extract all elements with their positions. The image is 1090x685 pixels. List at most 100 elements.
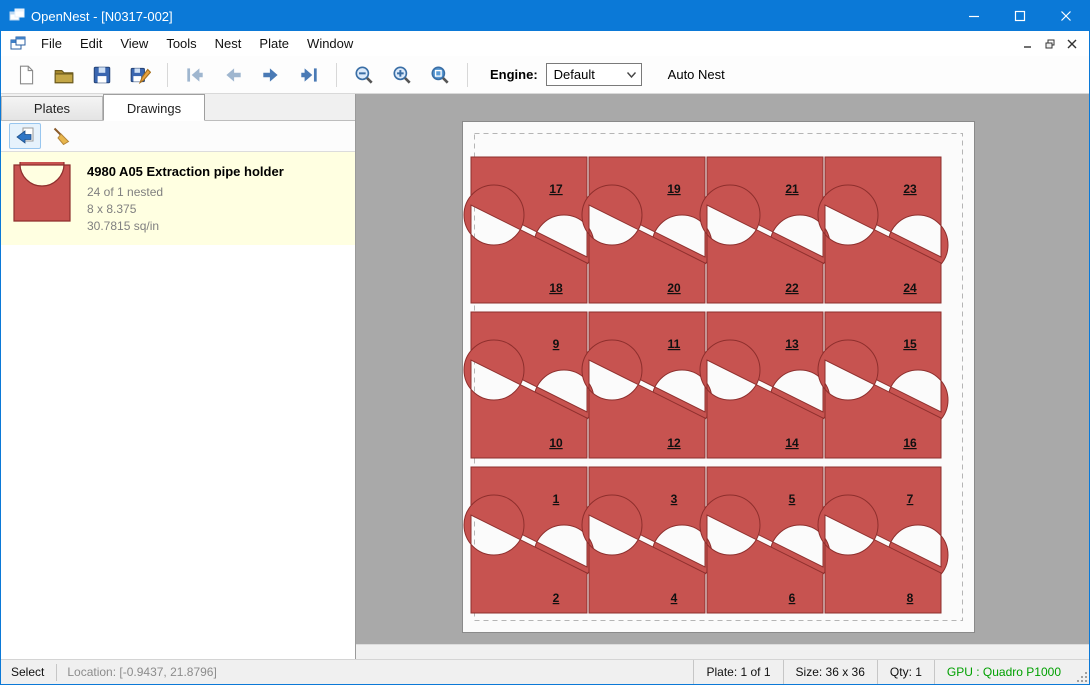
last-plate-button[interactable] (290, 59, 328, 91)
back-arrow-icon (15, 126, 35, 146)
tab-drawings[interactable]: Drawings (103, 94, 205, 121)
previous-plate-icon (222, 64, 244, 86)
opennest-window: OpenNest - [N0317-002] File Edit View To… (0, 0, 1090, 685)
drawing-item[interactable]: 4980 A05 Extraction pipe holder 24 of 1 … (1, 152, 355, 245)
titlebar: OpenNest - [N0317-002] (1, 1, 1089, 31)
part-number: 3 (671, 492, 678, 506)
status-plate: Plate: 1 of 1 (693, 660, 782, 684)
part-number: 20 (667, 281, 681, 295)
new-button[interactable] (7, 59, 45, 91)
horizontal-scrollbar[interactable] (356, 644, 1089, 659)
part-number: 16 (903, 436, 917, 450)
part-number: 14 (785, 436, 799, 450)
drawings-toolbar (1, 121, 355, 152)
zoom-out-button[interactable] (345, 59, 383, 91)
part-number: 19 (667, 182, 681, 196)
part-number: 21 (785, 182, 799, 196)
plate-svg[interactable]: 171819202122232491011121314151612345678 (462, 121, 975, 633)
statusbar: Select Location: [-0.9437, 21.8796] Plat… (1, 659, 1089, 684)
zoom-fit-icon (429, 64, 451, 86)
zoom-in-button[interactable] (383, 59, 421, 91)
menu-plate[interactable]: Plate (250, 31, 298, 56)
mdi-restore-button[interactable] (1039, 34, 1061, 54)
part-thumbnail (11, 162, 73, 235)
chevron-down-icon (627, 72, 641, 78)
next-plate-button[interactable] (252, 59, 290, 91)
menu-edit[interactable]: Edit (71, 31, 111, 56)
tabstrip: Plates Drawings (1, 94, 355, 121)
menu-view[interactable]: View (111, 31, 157, 56)
auto-nest-button[interactable]: Auto Nest (660, 63, 733, 86)
tab-plates[interactable]: Plates (1, 96, 103, 120)
drawing-dimensions: 8 x 8.375 (87, 201, 284, 218)
sidebar: Plates Drawings (1, 94, 356, 659)
new-document-icon (15, 64, 37, 86)
part-number: 5 (789, 492, 796, 506)
toolbar-separator (467, 63, 468, 87)
drawing-list: 4980 A05 Extraction pipe holder 24 of 1 … (1, 152, 355, 659)
status-qty: Qty: 1 (877, 660, 934, 684)
engine-label: Engine: (490, 67, 538, 82)
maximize-button[interactable] (997, 1, 1043, 31)
part-number: 1 (553, 492, 560, 506)
part-number: 15 (903, 337, 917, 351)
nest-canvas[interactable]: 171819202122232491011121314151612345678 (356, 94, 1089, 659)
part-number: 24 (903, 281, 917, 295)
first-plate-button[interactable] (176, 59, 214, 91)
status-location: Location: [-0.9437, 21.8796] (57, 665, 226, 679)
status-size: Size: 36 x 36 (783, 660, 877, 684)
drawing-meta: 4980 A05 Extraction pipe holder 24 of 1 … (73, 162, 284, 235)
menu-nest[interactable]: Nest (206, 31, 251, 56)
open-folder-icon (53, 64, 75, 86)
save-as-button[interactable] (121, 59, 159, 91)
main-toolbar: Engine: Default Auto Nest (1, 56, 1089, 94)
part-number: 6 (789, 591, 796, 605)
toolbar-separator (167, 63, 168, 87)
part-number: 23 (903, 182, 917, 196)
zoom-out-icon (353, 64, 375, 86)
part-number: 9 (553, 337, 560, 351)
engine-select[interactable]: Default (546, 63, 642, 86)
mdi-child-icon[interactable] (10, 36, 26, 52)
mdi-window-controls (1017, 34, 1089, 54)
save-icon (91, 64, 113, 86)
previous-plate-button[interactable] (214, 59, 252, 91)
close-button[interactable] (1043, 1, 1089, 31)
zoom-fit-button[interactable] (421, 59, 459, 91)
main-body: Plates Drawings (1, 94, 1089, 659)
open-button[interactable] (45, 59, 83, 91)
part-shape-icon (12, 162, 72, 224)
drawing-area: 30.7815 sq/in (87, 218, 284, 235)
toolbar-separator (336, 63, 337, 87)
drawing-title: 4980 A05 Extraction pipe holder (87, 164, 284, 179)
status-gpu: GPU : Quadro P1000 (934, 660, 1073, 684)
save-button[interactable] (83, 59, 121, 91)
part-number: 2 (553, 591, 560, 605)
send-to-nest-button[interactable] (9, 123, 41, 149)
menubar: File Edit View Tools Nest Plate Window (1, 31, 1089, 56)
broom-icon (51, 126, 71, 146)
drawing-nested-count: 24 of 1 nested (87, 184, 284, 201)
minimize-button[interactable] (951, 1, 997, 31)
resize-grip[interactable] (1073, 660, 1089, 684)
menu-tools[interactable]: Tools (157, 31, 205, 56)
window-title: OpenNest - [N0317-002] (31, 9, 173, 24)
part-number: 4 (671, 591, 678, 605)
part-number: 22 (785, 281, 799, 295)
clear-button[interactable] (45, 123, 77, 149)
part-number: 12 (667, 436, 681, 450)
menu-window[interactable]: Window (298, 31, 362, 56)
mdi-close-button[interactable] (1061, 34, 1083, 54)
part-number: 18 (549, 281, 563, 295)
part-number: 10 (549, 436, 563, 450)
part-number: 11 (668, 337, 681, 351)
part-number: 17 (549, 182, 563, 196)
window-controls (951, 1, 1089, 31)
mdi-minimize-button[interactable] (1017, 34, 1039, 54)
menu-file[interactable]: File (32, 31, 71, 56)
zoom-in-icon (391, 64, 413, 86)
first-plate-icon (184, 64, 206, 86)
status-mode: Select (1, 665, 56, 679)
status-right: Plate: 1 of 1 Size: 36 x 36 Qty: 1 GPU :… (693, 660, 1089, 684)
next-plate-icon (260, 64, 282, 86)
